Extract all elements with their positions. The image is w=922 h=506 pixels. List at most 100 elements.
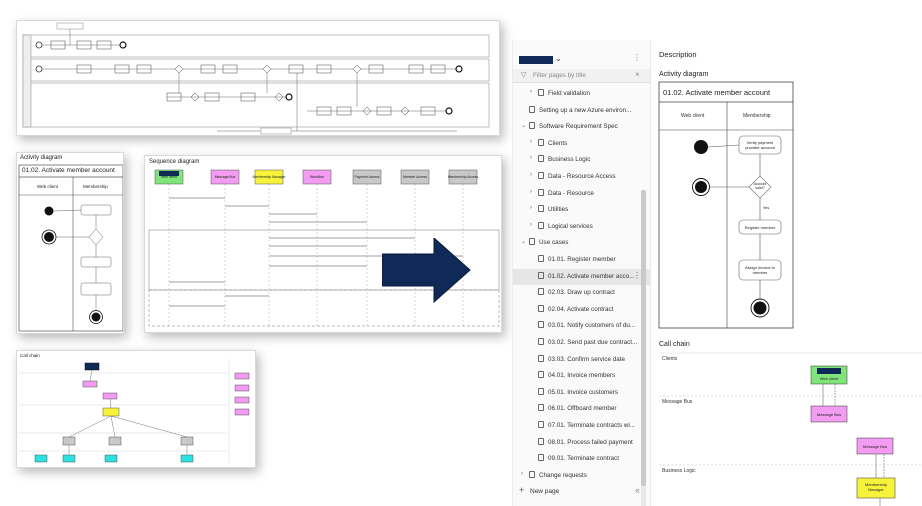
page-tree-item-label: Utilities xyxy=(548,206,569,214)
more-options-icon[interactable]: ⋮ xyxy=(633,271,641,280)
lane-web-client: Web client xyxy=(681,113,705,119)
page-icon xyxy=(538,188,544,196)
page-diagrams xyxy=(658,81,922,506)
chevron-right-icon[interactable]: › xyxy=(530,172,532,178)
chevron-right-icon[interactable]: › xyxy=(530,89,532,95)
page-tree-item-label: Use cases xyxy=(539,239,569,247)
collapse-sidebar-icon[interactable]: « xyxy=(635,485,640,495)
page-tree-item[interactable]: 02.04. Activate contract xyxy=(513,302,650,318)
page-tree-item[interactable]: 04.01. Invoice members xyxy=(513,368,650,384)
page-icon xyxy=(538,155,544,163)
sequence-participant-label: Membership Access xyxy=(448,175,479,179)
filter-pages-row[interactable]: ▽ Filter pages by title × xyxy=(513,69,650,83)
filter-pages-input[interactable]: Filter pages by title xyxy=(533,72,586,79)
chain-box-membership-manager: Membership Manager xyxy=(864,482,887,492)
page-tree-item-label: 03.02. Send past due contract... xyxy=(548,339,638,346)
sequence-participant-label: Message Bus xyxy=(215,175,236,179)
activity-card-title: 01.02. Activate member account xyxy=(22,167,115,174)
chevron-right-icon[interactable]: › xyxy=(521,471,523,477)
chain-lane-business-logic: Business Logic xyxy=(662,468,696,474)
page-tree-item-label: Logical services xyxy=(548,222,593,230)
redaction-block xyxy=(159,171,179,176)
chevron-down-icon[interactable]: ⌄ xyxy=(521,238,526,245)
page-tree-item[interactable]: Setting up a new Azure environ... xyxy=(513,103,650,119)
activity-diagram-thumb xyxy=(18,164,123,332)
sequence-participant-label: Payment Access xyxy=(354,175,379,179)
call-chain-heading: Call chain xyxy=(659,341,690,348)
bpmn-diagram xyxy=(22,22,490,135)
page-tree-item[interactable]: 08.01. Process failed payment xyxy=(513,435,650,451)
page-icon xyxy=(538,138,544,146)
page-tree-item[interactable]: 02.03. Draw up contract xyxy=(513,285,650,301)
chevron-right-icon[interactable]: › xyxy=(530,155,532,161)
page-tree-item[interactable]: › Utilities xyxy=(513,202,650,218)
chain-lane-clients: Clients xyxy=(662,356,678,362)
page-tree-item-label: 02.03. Draw up contract xyxy=(548,289,615,297)
bpmn-diagram-card xyxy=(16,20,500,136)
page-tree-item[interactable]: 01.01. Register member xyxy=(513,252,650,268)
page-tree-item[interactable]: ⌄ Use cases xyxy=(513,235,650,251)
clear-filter-icon[interactable]: × xyxy=(635,70,640,79)
chevron-right-icon[interactable]: › xyxy=(530,139,532,145)
node-account-valid: Account valid? xyxy=(753,182,767,190)
sequence-participant-label: Workflow xyxy=(310,175,324,179)
page-icon xyxy=(538,288,544,296)
page-icon xyxy=(538,404,544,412)
sequence-participant-label: Member Access xyxy=(403,175,427,179)
page-tree-item[interactable]: › Clients xyxy=(513,136,650,152)
page-tree-item[interactable]: › Field validation xyxy=(513,86,650,102)
page-icon xyxy=(538,354,544,362)
chevron-down-icon[interactable]: ⌄ xyxy=(521,122,526,129)
page-tree-item[interactable]: › Business Logic xyxy=(513,152,650,168)
page-tree-item[interactable]: 07.01. Terminate contracts wi... xyxy=(513,418,650,434)
page-tree-item[interactable]: › Logical services xyxy=(513,219,650,235)
page-tree-item[interactable]: 03.03. Confirm service date xyxy=(513,352,650,368)
page-tree-item[interactable]: › Change requests xyxy=(513,468,650,484)
page-icon xyxy=(538,321,544,329)
page-tree-item-label: 04.01. Invoice members xyxy=(548,372,616,380)
more-options-icon[interactable]: ⋮ xyxy=(633,53,641,62)
page-icon xyxy=(529,122,535,130)
lane-membership: Membership xyxy=(743,113,771,119)
node-register-member: Register member xyxy=(744,225,776,230)
page-tree-item[interactable]: › Data - Resource Access xyxy=(513,169,650,185)
page-tree-item-label: Clients xyxy=(548,139,568,147)
page-icon xyxy=(538,437,544,445)
callchain-diagram-thumb xyxy=(19,359,250,463)
page-icon xyxy=(538,387,544,395)
right-arrow-icon xyxy=(382,238,471,304)
new-page-button[interactable]: + New page xyxy=(517,485,597,499)
page-tree-item-label: 05.01. Invoice customers xyxy=(548,388,619,396)
activity-card-lane-membership: Membership xyxy=(83,184,108,189)
page-tree-item[interactable]: 03.01. Notify customers of du... xyxy=(513,318,650,334)
plus-icon: + xyxy=(519,485,525,495)
page-icon xyxy=(538,338,544,345)
wiki-page-content: Description Activity diagram 01.02. Acti… xyxy=(650,40,922,506)
project-selector[interactable]: ⌄ xyxy=(519,54,563,65)
page-tree-item[interactable]: › Data - Resource xyxy=(513,186,650,202)
page-tree-item-label: Setting up a new Azure environ... xyxy=(539,106,632,114)
chevron-down-icon: ⌄ xyxy=(555,54,562,63)
page-tree-item[interactable]: 06.01. Offboard member xyxy=(513,401,650,417)
page-icon xyxy=(538,271,544,279)
sidebar-scrollbar-thumb[interactable] xyxy=(641,190,646,486)
new-page-label: New page xyxy=(530,488,560,495)
page-tree-item[interactable]: 05.01. Invoice customers xyxy=(513,385,650,401)
page-icon xyxy=(538,221,544,229)
activity-diagram-card: Activity diagram 01.02. Activate member … xyxy=(16,152,124,334)
page-tree-item[interactable]: ⌄ Software Requirement Spec xyxy=(513,119,650,135)
page-tree-item[interactable]: 09.01. Terminate contract xyxy=(513,451,650,467)
page-icon xyxy=(538,304,544,312)
activity-title: 01.02. Activate member account xyxy=(663,88,771,97)
page-tree-item-selected[interactable]: 01.02. Activate member acco... ⋮ xyxy=(513,268,650,285)
page-tree-item-label: Field validation xyxy=(548,90,591,97)
page-tree-item[interactable]: 03.02. Send past due contract... xyxy=(513,335,650,351)
page-tree-item-label: 07.01. Terminate contracts wi... xyxy=(548,422,636,429)
page-icon xyxy=(529,105,535,113)
page-icon xyxy=(529,470,535,478)
chevron-right-icon[interactable]: › xyxy=(530,205,532,211)
chevron-right-icon[interactable]: › xyxy=(530,189,532,195)
chevron-right-icon[interactable]: › xyxy=(530,222,532,228)
sequence-participant-label: Membership Manager xyxy=(253,175,287,179)
page-icon xyxy=(538,371,544,379)
